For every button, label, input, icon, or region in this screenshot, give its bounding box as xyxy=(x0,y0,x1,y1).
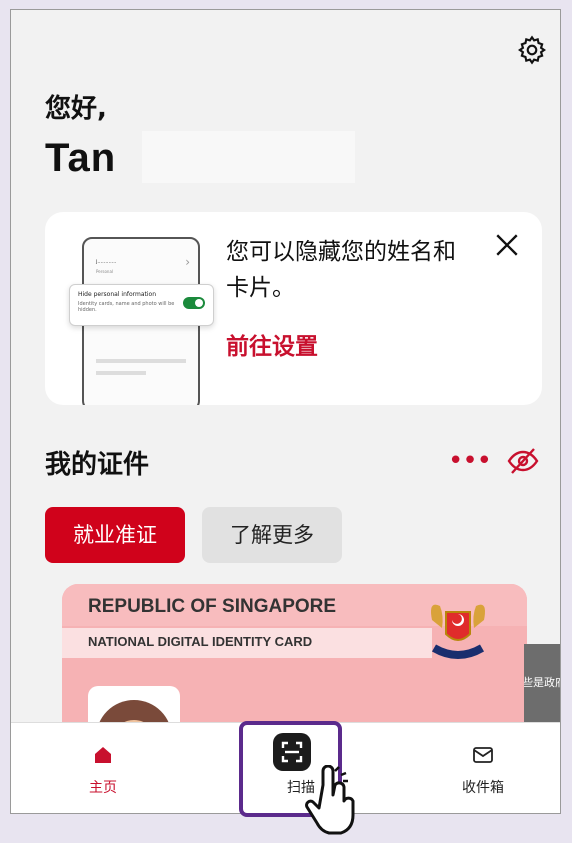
side-notice-tag[interactable]: 些是政府 xyxy=(524,644,560,722)
tab-learn-more[interactable]: 了解更多 xyxy=(202,507,342,563)
id-card-country: REPUBLIC OF SINGAPORE xyxy=(88,596,337,617)
hide-info-notice-card: j............ Personal › Hide personal i… xyxy=(45,212,542,405)
redacted-name-block xyxy=(142,131,355,183)
mail-icon xyxy=(473,747,493,763)
section-title: 我的证件 xyxy=(45,450,150,480)
home-icon xyxy=(95,747,111,763)
pointer-hand-icon xyxy=(305,765,355,835)
id-card-type: NATIONAL DIGITAL IDENTITY CARD xyxy=(88,634,313,649)
settings-gear-icon[interactable] xyxy=(516,34,548,66)
tab-employment-pass[interactable]: 就业准证 xyxy=(45,507,185,563)
user-name: Tan xyxy=(45,136,117,180)
eye-off-icon[interactable] xyxy=(506,446,540,476)
nav-home[interactable]: 主页 xyxy=(43,723,163,813)
greeting-text: 您好, xyxy=(45,94,107,124)
toggle-switch-icon xyxy=(183,297,205,309)
illustration-dots: j............ xyxy=(96,259,117,265)
app-frame: 您好, Tan j............ Personal › Hide pe… xyxy=(10,9,561,814)
illustration-bar xyxy=(96,359,186,363)
nav-inbox[interactable]: 收件箱 xyxy=(423,723,543,813)
illustration-popup: Hide personal information Identity cards… xyxy=(69,284,214,326)
go-to-settings-link[interactable]: 前往设置 xyxy=(226,327,318,361)
more-options-icon[interactable]: ••• xyxy=(448,446,492,476)
popup-description: Identity cards, name and photo will be h… xyxy=(78,301,175,313)
singapore-coat-of-arms-icon xyxy=(431,604,485,659)
notice-message: 您可以隐藏您的姓名和卡片。 xyxy=(226,239,456,301)
nav-home-label: 主页 xyxy=(89,780,117,796)
illustration-subtext: Personal xyxy=(96,269,114,274)
illustration-bar xyxy=(96,371,146,375)
chevron-right-icon: › xyxy=(185,255,190,269)
nav-inbox-label: 收件箱 xyxy=(462,780,504,796)
popup-title: Hide personal information xyxy=(78,291,157,298)
close-icon[interactable] xyxy=(494,232,520,258)
